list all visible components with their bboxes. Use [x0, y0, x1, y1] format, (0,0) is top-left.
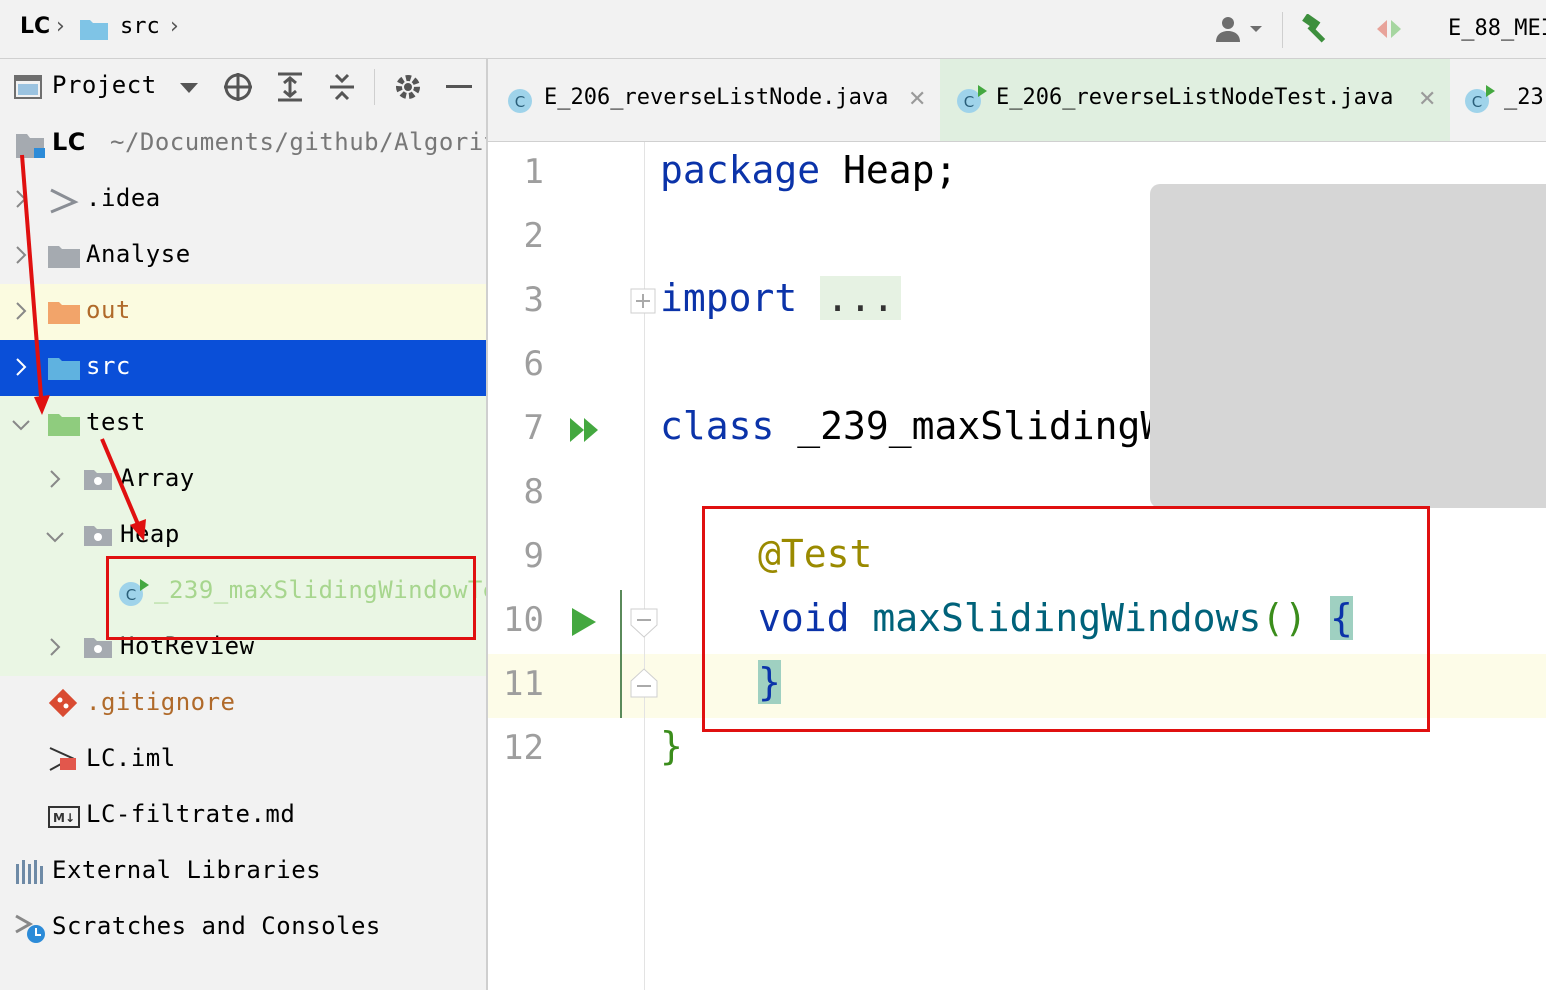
- svg-text:C: C: [515, 93, 525, 111]
- tab-label: _23: [1504, 85, 1544, 110]
- class-file-icon: C: [508, 89, 532, 113]
- floating-popup-overlay: [1150, 184, 1546, 508]
- line-number: 12: [503, 728, 544, 768]
- package-name: Heap;: [820, 148, 958, 192]
- fold-end-icon[interactable]: [630, 668, 658, 698]
- annotation-highlight-box: [702, 506, 1430, 732]
- keyword: import: [660, 276, 798, 320]
- code-editor[interactable]: 1 2 3 6 7 8 9 10 11 12 package Heap; imp…: [488, 142, 1546, 990]
- line-number: 8: [523, 472, 544, 512]
- line-number: 7: [523, 408, 544, 448]
- tab-label: E_206_reverseListNodeTest.java: [996, 85, 1394, 110]
- close-icon[interactable]: ✕: [1418, 87, 1436, 112]
- svg-text:C: C: [964, 93, 974, 111]
- breadcrumb-root[interactable]: LC: [20, 14, 50, 39]
- line-number: 2: [523, 216, 544, 256]
- line-number: 11: [503, 664, 544, 704]
- line-number: 3: [523, 280, 544, 320]
- line-number: 10: [503, 600, 544, 640]
- annotation-arrows: [20, 154, 146, 541]
- folder-icon: [80, 20, 108, 40]
- code-line-12: }: [660, 724, 683, 768]
- gutter-separator: [644, 142, 645, 990]
- tab-reverse-list-node-test[interactable]: C E_206_reverseListNodeTest.java ✕: [940, 59, 1450, 141]
- tab-partial[interactable]: C _23: [1450, 59, 1546, 141]
- test-class-icon: C: [1465, 85, 1495, 113]
- chevron-right-icon: ›: [170, 14, 179, 39]
- navigation-bar: LC › src › E_88_MEI: [0, 0, 1546, 59]
- keyword: package: [660, 148, 821, 192]
- run-test-icon[interactable]: [570, 606, 598, 638]
- fold-collapse-icon[interactable]: [630, 608, 658, 638]
- fold-expand-icon[interactable]: [630, 288, 656, 314]
- editor-tabs: C E_206_reverseListNode.java ✕ C E_206_r…: [488, 59, 1546, 142]
- change-marker: [620, 590, 622, 718]
- line-number: 1: [523, 152, 544, 192]
- svg-text:C: C: [1472, 93, 1482, 111]
- chevron-right-icon: ›: [56, 14, 65, 39]
- folded-imports[interactable]: ...: [820, 276, 901, 320]
- build-hammer-icon[interactable]: [1300, 14, 1334, 44]
- project-panel: Project LC ~/Documents/github/Algorit .i…: [0, 59, 488, 990]
- line-number: 6: [523, 344, 544, 384]
- toolbar-separator: [1282, 12, 1283, 48]
- run-configuration-select[interactable]: E_88_MEI: [1448, 16, 1546, 41]
- breadcrumb-src[interactable]: src: [120, 14, 160, 39]
- brace: }: [660, 724, 683, 768]
- tab-reverse-list-node[interactable]: C E_206_reverseListNode.java ✕: [488, 59, 940, 141]
- user-account-icon[interactable]: [1212, 14, 1268, 44]
- run-config-icon[interactable]: [1374, 14, 1404, 44]
- tab-label: E_206_reverseListNode.java: [544, 85, 889, 110]
- keyword: class: [660, 404, 775, 448]
- test-class-icon: C: [957, 85, 987, 113]
- line-number: 9: [523, 536, 544, 576]
- code-line-1: package Heap;: [660, 148, 957, 192]
- close-icon[interactable]: ✕: [908, 87, 926, 112]
- code-line-3: import ...: [660, 276, 901, 320]
- run-all-tests-icon[interactable]: [568, 414, 602, 446]
